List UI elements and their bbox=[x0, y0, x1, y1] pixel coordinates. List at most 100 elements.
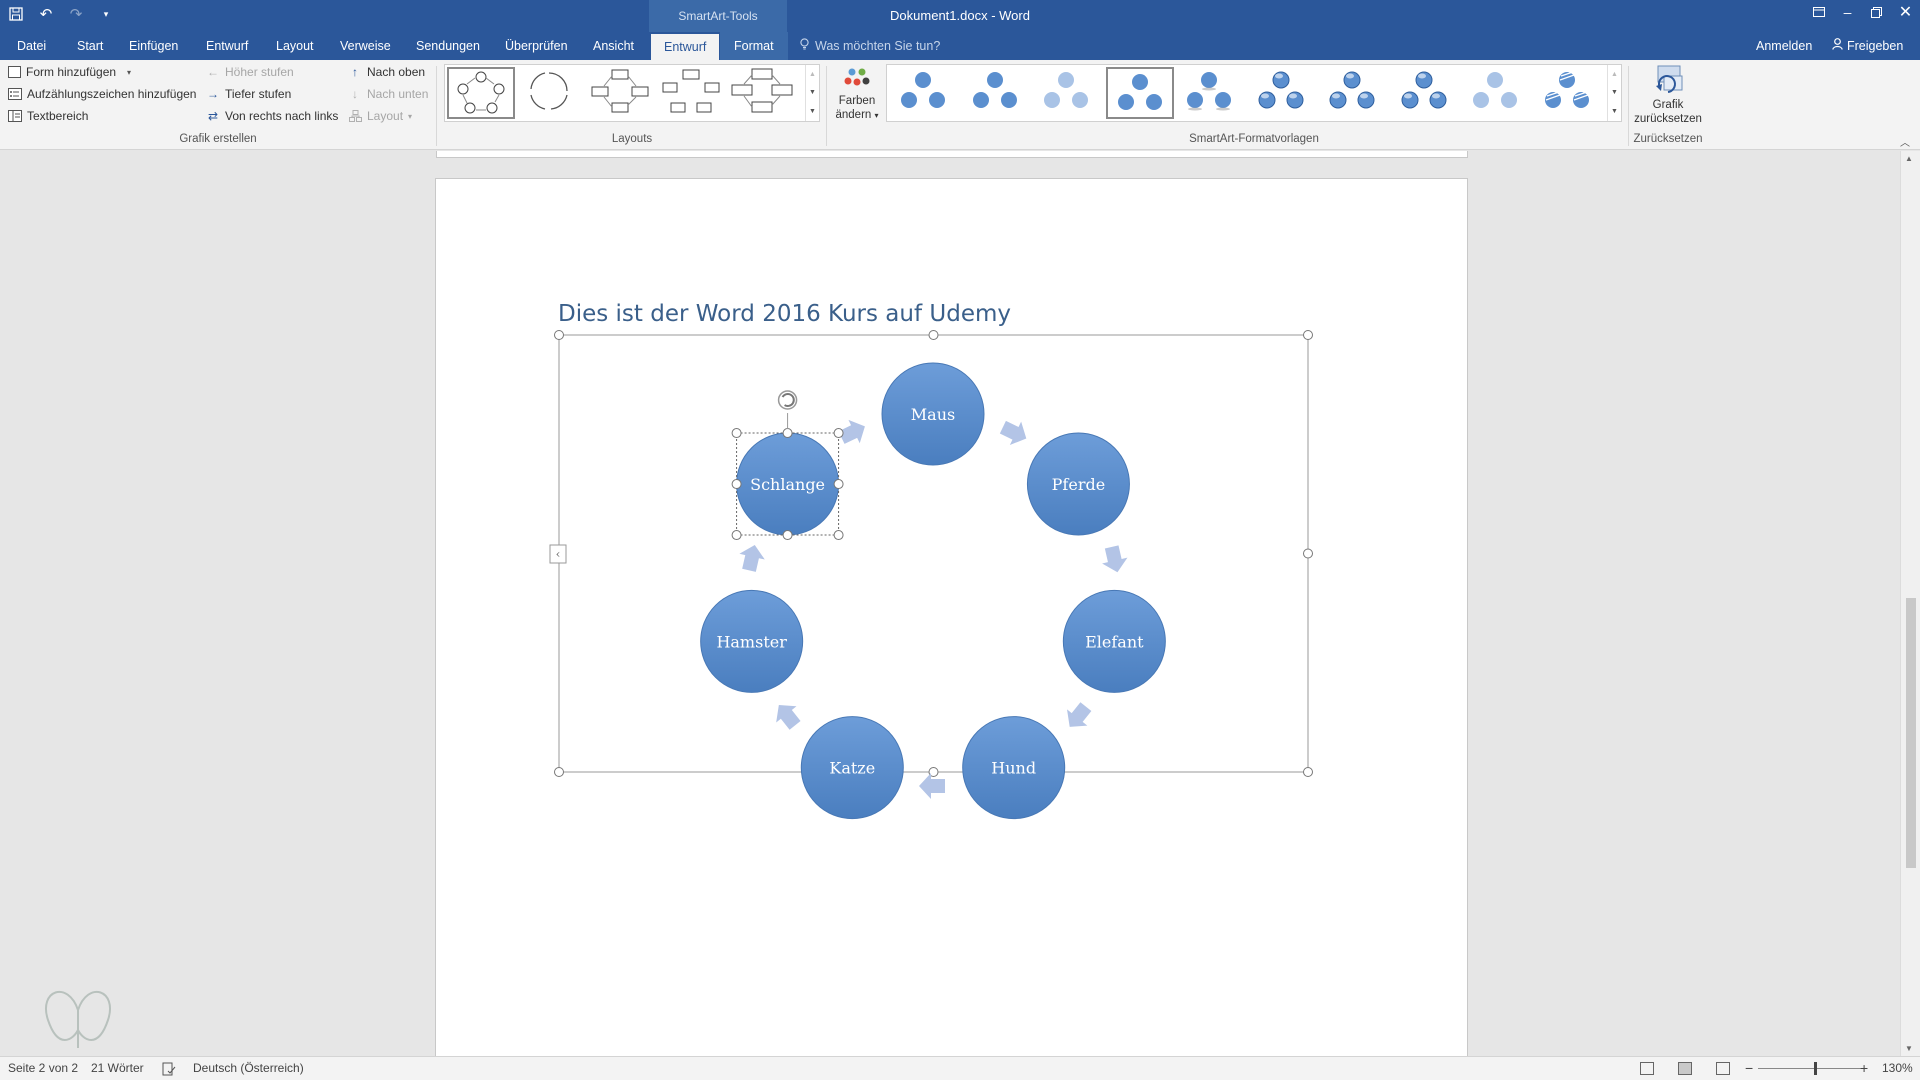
tab-verweise[interactable]: Verweise bbox=[338, 32, 393, 60]
smartart-style-option[interactable] bbox=[1177, 67, 1245, 119]
restore-icon[interactable] bbox=[1862, 0, 1891, 24]
smartart-style-option[interactable] bbox=[1320, 67, 1388, 119]
change-colors-button[interactable]: Farben ändern ▾ bbox=[832, 64, 882, 126]
cycle-node[interactable]: Hamster bbox=[700, 589, 804, 693]
smartart-style-option[interactable] bbox=[1463, 67, 1531, 119]
resize-handle[interactable] bbox=[833, 530, 844, 541]
smartart-style-option[interactable] bbox=[891, 67, 959, 119]
tab-ansicht[interactable]: Ansicht bbox=[591, 32, 636, 60]
smartart-style-option[interactable] bbox=[1392, 67, 1460, 119]
ribbon-display-options-icon[interactable] bbox=[1804, 0, 1833, 24]
layout-dropdown-button[interactable]: Layout ▾ bbox=[348, 106, 412, 126]
resize-handle[interactable] bbox=[782, 530, 793, 541]
proofing-icon[interactable] bbox=[162, 1057, 176, 1080]
scroll-up-arrow[interactable]: ▲ bbox=[1905, 154, 1913, 163]
zoom-slider[interactable] bbox=[1758, 1068, 1864, 1069]
rotate-handle-icon[interactable] bbox=[777, 390, 798, 410]
smartart-style-option[interactable] bbox=[1105, 67, 1174, 119]
resize-handle[interactable] bbox=[731, 479, 742, 490]
frame-resize-handle[interactable] bbox=[554, 330, 564, 340]
tab-smartart-entwurf[interactable]: Entwurf bbox=[651, 34, 720, 60]
cycle-node[interactable]: Hund bbox=[962, 716, 1066, 820]
demote-button[interactable]: → Tiefer stufen bbox=[206, 84, 291, 104]
signin-link[interactable]: Anmelden bbox=[1756, 32, 1812, 60]
smartart-style-option[interactable] bbox=[963, 67, 1031, 119]
frame-resize-handle[interactable] bbox=[1303, 330, 1313, 340]
move-up-button[interactable]: ↑ Nach oben bbox=[348, 62, 425, 82]
minimize-icon[interactable]: – bbox=[1833, 0, 1862, 24]
smartart-graphic[interactable]: ‹ Maus Pferde Elefant Hund Katze Hamster Schla… bbox=[0, 151, 1900, 1056]
tab-ueberpruefen[interactable]: Überprüfen bbox=[503, 32, 570, 60]
right-to-left-button[interactable]: ⇄ Von rechts nach links bbox=[206, 106, 338, 126]
layout-option-basic-cycle[interactable] bbox=[447, 67, 515, 119]
scroll-down-arrow[interactable]: ▼ bbox=[1905, 1044, 1913, 1053]
cycle-node[interactable]: Katze bbox=[800, 716, 904, 820]
zoom-slider-thumb[interactable] bbox=[1813, 1062, 1817, 1075]
group-label-grafik-erstellen: Grafik erstellen bbox=[179, 133, 257, 145]
print-layout-icon[interactable] bbox=[1678, 1062, 1692, 1075]
scroll-down-icon[interactable]: ▼ bbox=[809, 89, 816, 96]
tab-sendungen[interactable]: Sendungen bbox=[414, 32, 482, 60]
zoom-level[interactable]: 130% bbox=[1882, 1057, 1913, 1080]
resize-handle[interactable] bbox=[731, 530, 742, 541]
web-layout-icon[interactable] bbox=[1716, 1062, 1730, 1075]
layout-option-segmented-cycle[interactable] bbox=[659, 67, 727, 119]
reset-graphic-button[interactable]: Grafik zurücksetzen bbox=[1632, 62, 1704, 130]
add-bullet-button[interactable]: Aufzählungszeichen hinzufügen bbox=[8, 84, 196, 104]
layout-option-text-cycle[interactable] bbox=[517, 67, 585, 119]
tell-me-search[interactable]: Was möchten Sie tun? bbox=[800, 32, 940, 60]
change-colors-line2-wrap: ändern ▾ bbox=[832, 108, 882, 123]
frame-resize-handle[interactable] bbox=[928, 330, 939, 340]
resize-handle[interactable] bbox=[731, 428, 742, 439]
undo-icon[interactable]: ↶ bbox=[36, 3, 56, 25]
share-button[interactable]: Freigeben bbox=[1828, 34, 1913, 58]
tab-smartart-format[interactable]: Format bbox=[720, 32, 788, 60]
customize-qat-icon[interactable]: ▾ bbox=[96, 3, 116, 25]
frame-resize-handle[interactable] bbox=[1303, 548, 1313, 559]
cycle-node[interactable]: Pferde bbox=[1026, 432, 1130, 536]
cycle-arrow bbox=[1102, 545, 1128, 573]
smartart-style-option[interactable] bbox=[1249, 67, 1317, 119]
text-pane-toggle[interactable]: ‹ bbox=[549, 544, 567, 564]
gallery-more-icon[interactable]: ▼ bbox=[809, 108, 816, 115]
tab-einfuegen[interactable]: Einfügen bbox=[127, 32, 180, 60]
styles-gallery-scroll[interactable]: ▲ ▼ ▼ bbox=[1607, 65, 1621, 121]
move-down-button[interactable]: ↓ Nach unten bbox=[348, 84, 428, 104]
save-icon[interactable] bbox=[6, 3, 26, 25]
text-pane-button[interactable]: Textbereich bbox=[8, 106, 88, 126]
scroll-up-icon[interactable]: ▲ bbox=[1611, 71, 1618, 78]
layout-option-nondirectional-cycle[interactable] bbox=[730, 67, 798, 119]
vertical-scrollbar[interactable]: ▲ ▼ bbox=[1900, 151, 1920, 1056]
resize-handle[interactable] bbox=[833, 479, 844, 490]
tab-layout[interactable]: Layout bbox=[274, 32, 316, 60]
close-icon[interactable]: ✕ bbox=[1891, 0, 1920, 24]
language[interactable]: Deutsch (Österreich) bbox=[193, 1057, 304, 1080]
redo-icon[interactable]: ↷ bbox=[66, 3, 86, 25]
gallery-more-icon[interactable]: ▼ bbox=[1611, 108, 1618, 115]
smartart-style-option[interactable] bbox=[1535, 67, 1603, 119]
layout-option-block-cycle[interactable] bbox=[588, 67, 656, 119]
frame-resize-handle[interactable] bbox=[1303, 767, 1313, 777]
cycle-node[interactable]: Maus bbox=[881, 362, 985, 466]
add-shape-button[interactable]: Form hinzufügen ▾ bbox=[8, 62, 131, 82]
scrollbar-thumb[interactable] bbox=[1906, 598, 1916, 868]
scroll-up-icon[interactable]: ▲ bbox=[809, 71, 816, 78]
resize-handle[interactable] bbox=[782, 428, 793, 439]
smartart-style-option[interactable] bbox=[1034, 67, 1102, 119]
tab-start[interactable]: Start bbox=[75, 32, 105, 60]
word-count[interactable]: 21 Wörter bbox=[91, 1057, 144, 1080]
zoom-out-button[interactable]: − bbox=[1745, 1057, 1753, 1080]
frame-resize-handle[interactable] bbox=[554, 767, 564, 777]
cycle-node[interactable]: Schlange bbox=[736, 432, 840, 536]
promote-button[interactable]: ← Höher stufen bbox=[206, 62, 294, 82]
page-count[interactable]: Seite 2 von 2 bbox=[8, 1057, 78, 1080]
cycle-node[interactable]: Elefant bbox=[1062, 589, 1166, 693]
collapse-ribbon-icon[interactable]: ︿ bbox=[1900, 134, 1910, 149]
resize-handle[interactable] bbox=[833, 428, 844, 439]
zoom-in-button[interactable]: + bbox=[1860, 1057, 1868, 1080]
tab-entwurf-document[interactable]: Entwurf bbox=[204, 32, 250, 60]
tab-datei[interactable]: Datei bbox=[15, 32, 48, 60]
scroll-down-icon[interactable]: ▼ bbox=[1611, 89, 1618, 96]
layouts-gallery-scroll[interactable]: ▲ ▼ ▼ bbox=[805, 65, 819, 121]
read-mode-icon[interactable] bbox=[1640, 1062, 1654, 1075]
